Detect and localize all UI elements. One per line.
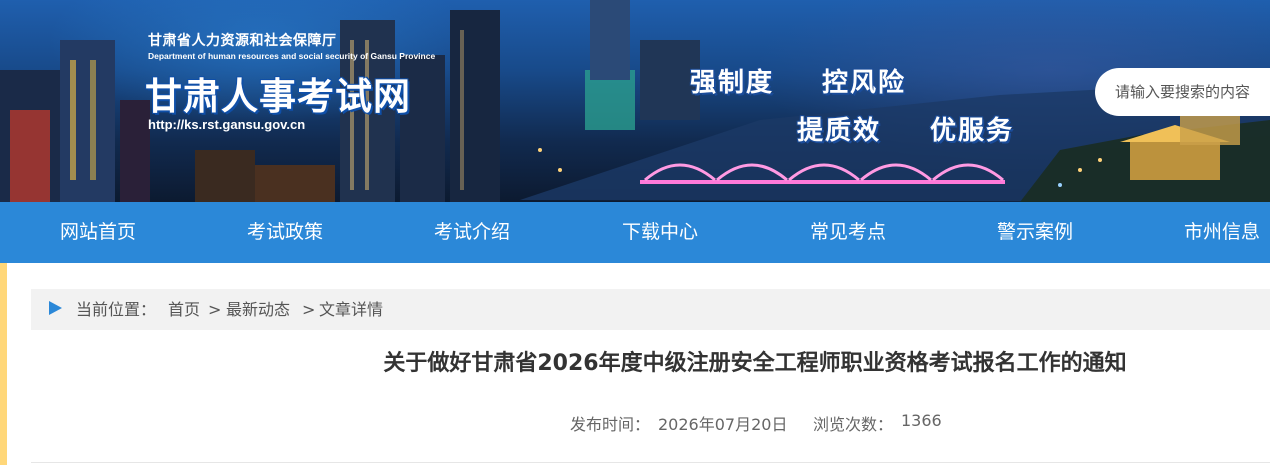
main-nav: 网站首页 考试政策 考试介绍 下载中心 常见考点 警示案例 市州信息 — [0, 202, 1270, 263]
nav-item-policy[interactable]: 考试政策 — [247, 202, 323, 263]
header-banner: 甘肃省人力资源和社会保障厅 Department of human resour… — [0, 0, 1270, 202]
nav-item-home[interactable]: 网站首页 — [60, 202, 136, 263]
nav-item-cases[interactable]: 警示案例 — [997, 202, 1073, 263]
content-divider — [31, 462, 1270, 463]
breadcrumb-prefix: 当前位置： — [76, 300, 157, 319]
agency-name-cn: 甘肃省人力资源和社会保障厅 — [148, 33, 337, 49]
breadcrumb-home-link[interactable]: 首页 — [168, 289, 200, 330]
slogan-3: 提质效 — [797, 116, 882, 146]
publish-date: 2026年07月20日 — [658, 415, 788, 434]
breadcrumb-separator: > — [208, 300, 222, 319]
nav-item-intro[interactable]: 考试介绍 — [434, 202, 510, 263]
site-title-logo[interactable]: 甘肃人事考试网 — [145, 66, 411, 120]
agency-name-en: Department of human resources and social… — [148, 51, 436, 61]
breadcrumb-separator: > — [302, 300, 316, 319]
search-box[interactable] — [1095, 68, 1270, 116]
site-url: http://ks.rst.gansu.gov.cn — [148, 117, 306, 132]
nav-item-downloads[interactable]: 下载中心 — [622, 202, 698, 263]
views-label: 浏览次数： — [813, 415, 894, 434]
views-count: 1366 — [901, 411, 942, 430]
slogan-1: 强制度 — [690, 68, 775, 98]
breadcrumb-news-link[interactable]: 最新动态 — [226, 289, 290, 330]
play-arrow-icon — [49, 301, 62, 315]
slogan-2: 控风险 — [822, 68, 907, 98]
slogan-4: 优服务 — [930, 116, 1015, 146]
breadcrumb-current: 文章详情 — [319, 300, 384, 319]
article-title: 关于做好甘肃省2026年度中级注册安全工程师职业资格考试报名工作的通知 — [383, 351, 1127, 376]
breadcrumb: 当前位置： 首页 > 最新动态 > 文章详情 — [31, 289, 1270, 330]
search-input[interactable] — [1113, 82, 1270, 102]
nav-item-venues[interactable]: 常见考点 — [810, 202, 886, 263]
nav-item-cities[interactable]: 市州信息 — [1184, 202, 1260, 263]
publish-date-label: 发布时间： — [570, 415, 651, 434]
